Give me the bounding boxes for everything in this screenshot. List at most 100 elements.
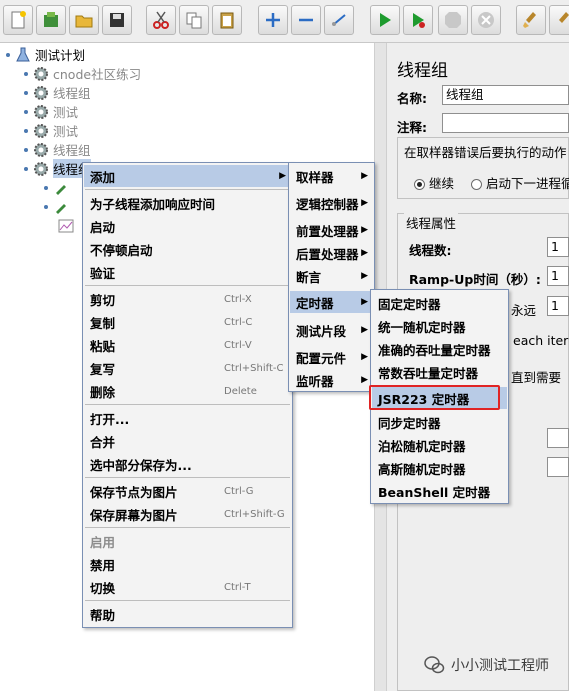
menu-item-cut[interactable]: 剪切 Ctrl-X: [84, 288, 291, 310]
menu-item-shortcut: Delete: [224, 385, 257, 397]
collapse-icon[interactable]: [291, 5, 321, 35]
menu-item-help[interactable]: 帮助: [84, 603, 291, 625]
tree-item-test[interactable]: 测试: [24, 121, 78, 140]
menu-item-label: 保存屏幕为图片: [90, 507, 178, 523]
new-icon[interactable]: [3, 5, 33, 35]
timer-item-uniform-random[interactable]: 统一随机定时器: [372, 315, 507, 337]
menu-item-start-no-pause[interactable]: 不停顿启动: [84, 238, 291, 260]
rampup-label: Ramp-Up时间（秒）:: [409, 272, 541, 287]
save-icon[interactable]: [102, 5, 132, 35]
tree-child-sampler[interactable]: [44, 178, 73, 197]
menu-item-copy[interactable]: 复制 Ctrl-C: [84, 311, 291, 333]
loop-forever-label: 永远: [511, 303, 537, 318]
menu-item-label: 禁用: [90, 557, 116, 573]
timer-item-constant-throughput[interactable]: 常数吞吐量定时器: [372, 361, 507, 383]
clear-all-icon[interactable]: [549, 5, 569, 35]
tree-item-test[interactable]: 测试: [24, 102, 78, 121]
clear-icon[interactable]: [516, 5, 546, 35]
tree-node-dot: [24, 166, 28, 171]
timer-item-gaussian-random[interactable]: 高斯随机定时器: [372, 457, 507, 479]
paste-icon[interactable]: [212, 5, 242, 35]
menu-item-label: 逻辑控制器: [296, 196, 359, 212]
radio-continue[interactable]: 继续: [414, 173, 454, 192]
menu-item-label: 启用: [90, 534, 116, 550]
thread-props-title: 线程属性: [404, 213, 459, 232]
menu-item-label: 保存节点为图片: [90, 484, 178, 500]
duration-field[interactable]: [547, 428, 569, 448]
menu-item-validate[interactable]: 验证: [84, 261, 291, 283]
menu-separator: [85, 477, 290, 478]
rampup-field[interactable]: 1: [547, 266, 569, 286]
start-icon[interactable]: [370, 5, 400, 35]
timer-item-precise-throughput[interactable]: 准确的吞吐量定时器: [372, 338, 507, 360]
shutdown-icon[interactable]: [471, 5, 501, 35]
tree-item-thread-group[interactable]: 线程组: [24, 83, 91, 102]
submenu-item-timer[interactable]: 定时器 ▶: [290, 291, 373, 313]
submenu-arrow-icon: ▶: [361, 325, 368, 335]
menu-item-duplicate[interactable]: 复写 Ctrl+Shift-C: [84, 357, 291, 379]
submenu-item-pre-processor[interactable]: 前置处理器 ▶: [290, 219, 373, 241]
menu-item-shortcut: Ctrl-C: [224, 316, 253, 328]
menu-item-add[interactable]: 添加 ▶: [84, 165, 291, 187]
menu-item-save-node-image[interactable]: 保存节点为图片 Ctrl-G: [84, 480, 291, 502]
submenu-arrow-icon: ▶: [361, 375, 368, 385]
menu-item-toggle[interactable]: 切换 Ctrl-T: [84, 576, 291, 598]
tree-child-listener[interactable]: [58, 216, 78, 235]
name-field[interactable]: 线程组: [442, 85, 569, 105]
copy-icon[interactable]: [179, 5, 209, 35]
timer-item-beanshell[interactable]: BeanShell 定时器: [372, 480, 507, 502]
menu-item-label: 验证: [90, 265, 116, 281]
menu-item-disable[interactable]: 禁用: [84, 553, 291, 575]
menu-item-label: 选中部分保存为...: [90, 457, 192, 473]
radio-next-loop[interactable]: 启动下一进程循环: [471, 173, 569, 192]
menu-item-label: 测试片段: [296, 323, 347, 339]
menu-item-save-screen-image[interactable]: 保存屏幕为图片 Ctrl+Shift-G: [84, 503, 291, 525]
menu-item-label: 定时器: [296, 295, 334, 311]
open-icon[interactable]: [69, 5, 99, 35]
comment-label: 注释:: [397, 120, 427, 135]
tree-item-thread-group-selected[interactable]: 线程组: [24, 159, 91, 178]
submenu-arrow-icon: ▶: [361, 297, 368, 307]
comment-field[interactable]: [442, 113, 569, 133]
start-no-pause-icon[interactable]: [403, 5, 433, 35]
stop-icon[interactable]: [438, 5, 468, 35]
submenu-arrow-icon: ▶: [361, 171, 368, 181]
submenu-item-post-processor[interactable]: 后置处理器 ▶: [290, 242, 373, 264]
submenu-item-logic-controller[interactable]: 逻辑控制器 ▶: [290, 192, 373, 214]
menu-item-delete[interactable]: 删除 Delete: [84, 380, 291, 402]
timer-item-synchronizing[interactable]: 同步定时器: [372, 411, 507, 433]
threads-field[interactable]: 1: [547, 237, 569, 257]
tree-node-dot: [24, 109, 28, 114]
tree-item-thread-group[interactable]: 线程组: [24, 140, 91, 159]
tree-node-dot: [6, 52, 10, 57]
timer-item-poisson-random[interactable]: 泊松随机定时器: [372, 434, 507, 456]
menu-item-paste[interactable]: 粘贴 Ctrl-V: [84, 334, 291, 356]
tree-item-cnode[interactable]: cnode社区练习: [24, 64, 141, 83]
toggle-icon[interactable]: [324, 5, 354, 35]
gear-icon: [34, 104, 48, 119]
cut-icon[interactable]: [146, 5, 176, 35]
menu-item-save-selection[interactable]: 选中部分保存为...: [84, 453, 291, 475]
context-menu: 添加 ▶ 为子线程添加响应时间 启动 不停顿启动 验证 剪切 Ctrl-X 复制 Ct…: [82, 162, 293, 628]
tree-child-sampler[interactable]: [44, 197, 73, 216]
submenu-item-sampler[interactable]: 取样器 ▶: [290, 165, 373, 187]
menu-item-add-response-time[interactable]: 为子线程添加响应时间: [84, 192, 291, 214]
tree-node-dot: [44, 204, 48, 209]
loop-count-field[interactable]: 1: [547, 296, 569, 316]
menu-item-start[interactable]: 启动: [84, 215, 291, 237]
tree-root[interactable]: 测试计划: [6, 45, 85, 64]
menu-item-open[interactable]: 打开...: [84, 407, 291, 429]
submenu-item-test-fragment[interactable]: 测试片段 ▶: [290, 319, 373, 341]
submenu-item-assertion[interactable]: 断言 ▶: [290, 265, 373, 287]
tree-node-dot: [24, 71, 28, 76]
timer-item-constant[interactable]: 固定定时器: [372, 292, 507, 314]
menu-item-label: 帮助: [90, 607, 116, 623]
templates-icon[interactable]: [36, 5, 66, 35]
menu-item-label: 后置处理器: [296, 246, 359, 262]
submenu-item-config-element[interactable]: 配置元件 ▶: [290, 346, 373, 368]
delay-field[interactable]: [547, 457, 569, 477]
expand-icon[interactable]: [258, 5, 288, 35]
menu-item-merge[interactable]: 合并: [84, 430, 291, 452]
radio-next-loop-indicator: [471, 179, 482, 190]
submenu-item-listener[interactable]: 监听器 ▶: [290, 369, 373, 391]
